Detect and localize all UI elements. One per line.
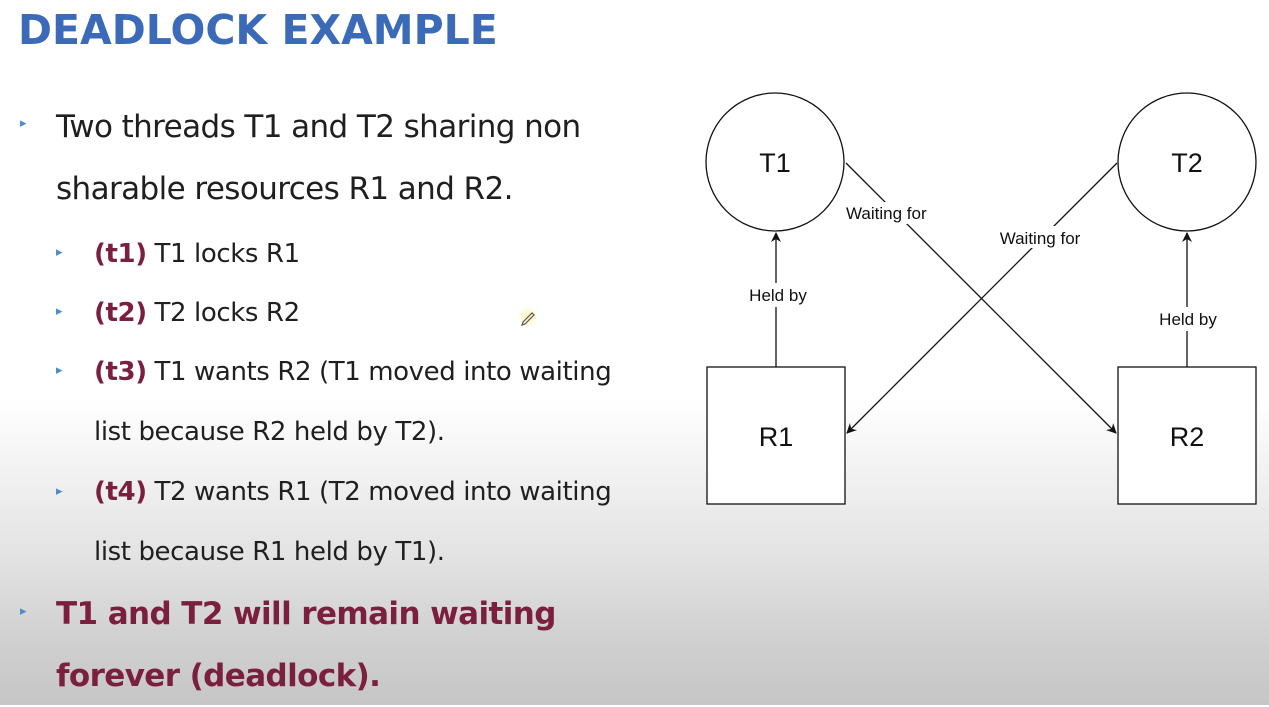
- node-label: R2: [1170, 422, 1205, 452]
- node-t1: T1: [705, 92, 845, 232]
- edge-label-held-by-r2: Held by: [1159, 310, 1217, 329]
- node-label: T2: [1171, 148, 1203, 178]
- node-t2: T2: [1117, 92, 1257, 232]
- node-r1: R1: [706, 366, 846, 505]
- node-label: T1: [759, 148, 791, 178]
- deadlock-diagram: Held by Held by Waiting for Waiting for …: [705, 92, 1257, 505]
- edge-label-held-by-r1: Held by: [749, 286, 807, 305]
- edge-label-waiting-for-t1: Waiting for: [846, 204, 927, 223]
- node-r2: R2: [1117, 366, 1257, 505]
- node-label: R1: [759, 422, 794, 452]
- edge-label-waiting-for-t2: Waiting for: [1000, 229, 1081, 248]
